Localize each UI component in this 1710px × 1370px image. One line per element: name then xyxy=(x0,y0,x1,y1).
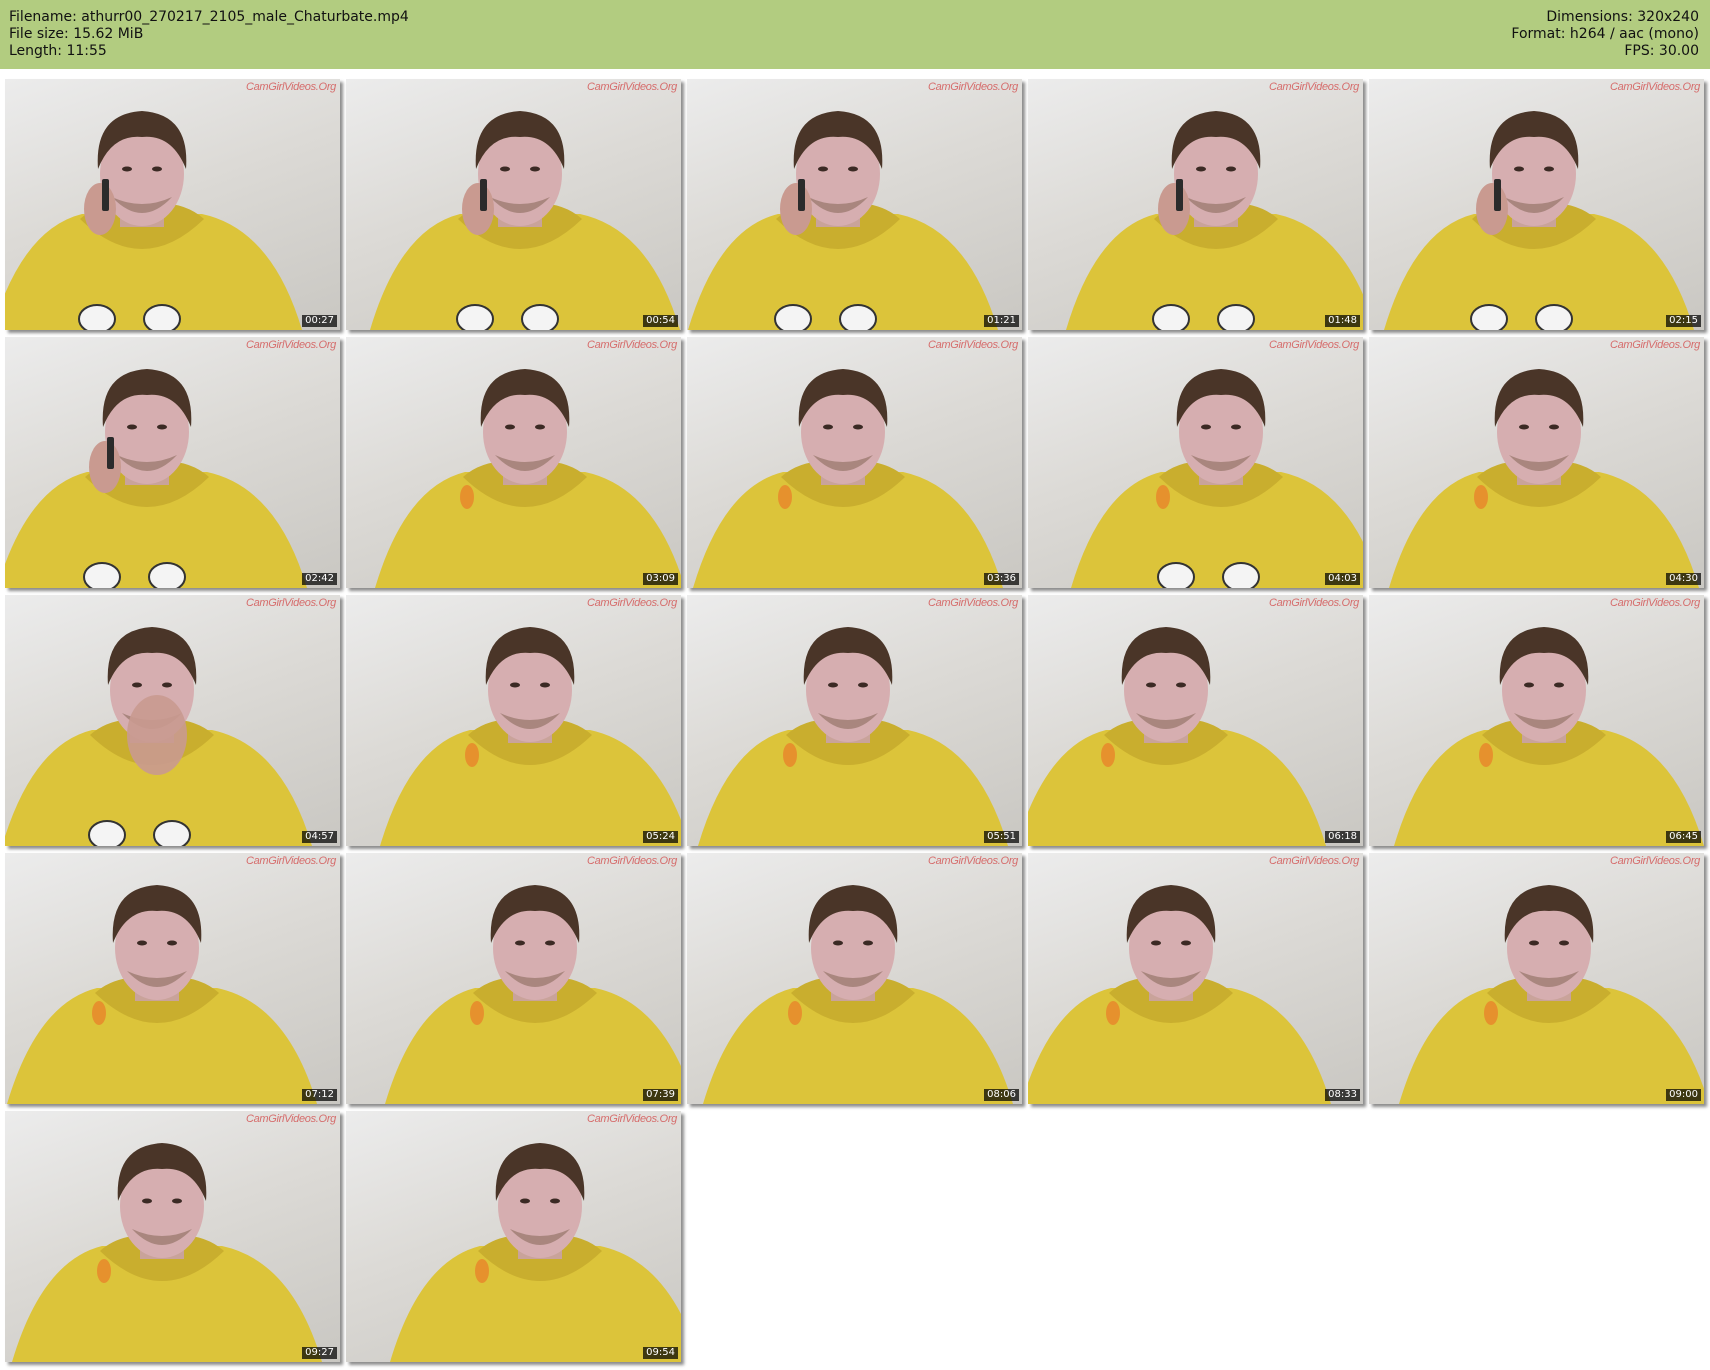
video-thumbnail: CamGirlVideos.Org 02:42 xyxy=(5,337,340,588)
timestamp-label: 08:33 xyxy=(1325,1089,1360,1101)
thumbnail-frame xyxy=(688,111,998,330)
thumbnail-frame xyxy=(390,1143,681,1362)
watermark-text: CamGirlVideos.Org xyxy=(1609,339,1700,351)
watermark-text: CamGirlVideos.Org xyxy=(1609,597,1700,609)
thumbnail-frame xyxy=(703,885,1013,1104)
watermark-text: CamGirlVideos.Org xyxy=(245,597,336,609)
video-thumbnail: CamGirlVideos.Org 03:36 xyxy=(687,337,1022,588)
video-thumbnail: CamGirlVideos.Org 02:15 xyxy=(1369,79,1704,330)
video-thumbnail: CamGirlVideos.Org 04:03 xyxy=(1028,337,1363,588)
thumbnail-frame xyxy=(1384,111,1694,330)
thumbnail-frame xyxy=(1028,885,1331,1104)
thumbnail-frame xyxy=(693,369,1003,588)
watermark-text: CamGirlVideos.Org xyxy=(927,81,1018,93)
thumbnail-frame xyxy=(1394,627,1704,846)
thumbnail-frame xyxy=(1071,369,1363,588)
watermark-text: CamGirlVideos.Org xyxy=(245,855,336,867)
timestamp-label: 07:12 xyxy=(302,1089,337,1101)
video-thumbnail: CamGirlVideos.Org 04:30 xyxy=(1369,337,1704,588)
timestamp-label: 05:24 xyxy=(643,831,678,843)
watermark-text: CamGirlVideos.Org xyxy=(1268,339,1359,351)
video-thumbnail: CamGirlVideos.Org 07:39 xyxy=(346,853,681,1104)
watermark-text: CamGirlVideos.Org xyxy=(927,597,1018,609)
timestamp-label: 08:06 xyxy=(984,1089,1019,1101)
thumbnail-frame xyxy=(5,111,302,330)
video-thumbnail: CamGirlVideos.Org 05:24 xyxy=(346,595,681,846)
video-thumbnail: CamGirlVideos.Org 09:54 xyxy=(346,1111,681,1362)
video-thumbnail: CamGirlVideos.Org 03:09 xyxy=(346,337,681,588)
timestamp-label: 06:45 xyxy=(1666,831,1701,843)
timestamp-label: 00:27 xyxy=(302,315,337,327)
timestamp-label: 03:36 xyxy=(984,573,1019,585)
watermark-text: CamGirlVideos.Org xyxy=(586,597,677,609)
timestamp-label: 01:48 xyxy=(1325,315,1360,327)
timestamp-label: 03:09 xyxy=(643,573,678,585)
watermark-text: CamGirlVideos.Org xyxy=(586,81,677,93)
thumbnail-grid: CamGirlVideos.Org 00:27 CamGirlVideos.Org 0… xyxy=(0,0,1710,1370)
timestamp-label: 07:39 xyxy=(643,1089,678,1101)
watermark-text: CamGirlVideos.Org xyxy=(245,81,336,93)
watermark-text: CamGirlVideos.Org xyxy=(245,339,336,351)
video-thumbnail: CamGirlVideos.Org 01:21 xyxy=(687,79,1022,330)
watermark-text: CamGirlVideos.Org xyxy=(586,339,677,351)
video-thumbnail: CamGirlVideos.Org 04:57 xyxy=(5,595,340,846)
watermark-text: CamGirlVideos.Org xyxy=(586,855,677,867)
timestamp-label: 04:30 xyxy=(1666,573,1701,585)
watermark-text: CamGirlVideos.Org xyxy=(245,1113,336,1125)
timestamp-label: 05:51 xyxy=(984,831,1019,843)
timestamp-label: 02:15 xyxy=(1666,315,1701,327)
thumbnail-frame xyxy=(385,885,681,1104)
thumbnail-frame xyxy=(12,1143,322,1362)
timestamp-label: 09:54 xyxy=(643,1347,678,1359)
watermark-text: CamGirlVideos.Org xyxy=(927,855,1018,867)
video-thumbnail: CamGirlVideos.Org 09:00 xyxy=(1369,853,1704,1104)
watermark-text: CamGirlVideos.Org xyxy=(1609,855,1700,867)
timestamp-label: 04:03 xyxy=(1325,573,1360,585)
thumbnail-frame xyxy=(5,627,312,846)
thumbnail-frame xyxy=(375,369,681,588)
timestamp-label: 09:00 xyxy=(1666,1089,1701,1101)
thumbnail-frame xyxy=(5,369,307,588)
watermark-text: CamGirlVideos.Org xyxy=(1268,855,1359,867)
thumbnail-frame xyxy=(1389,369,1699,588)
watermark-text: CamGirlVideos.Org xyxy=(927,339,1018,351)
thumbnail-frame xyxy=(1028,627,1326,846)
video-thumbnail: CamGirlVideos.Org 00:27 xyxy=(5,79,340,330)
video-thumbnail: CamGirlVideos.Org 07:12 xyxy=(5,853,340,1104)
watermark-text: CamGirlVideos.Org xyxy=(586,1113,677,1125)
video-thumbnail: CamGirlVideos.Org 01:48 xyxy=(1028,79,1363,330)
thumbnail-frame xyxy=(7,885,317,1104)
watermark-text: CamGirlVideos.Org xyxy=(1268,81,1359,93)
video-thumbnail: CamGirlVideos.Org 05:51 xyxy=(687,595,1022,846)
video-thumbnail: CamGirlVideos.Org 08:33 xyxy=(1028,853,1363,1104)
video-thumbnail: CamGirlVideos.Org 06:45 xyxy=(1369,595,1704,846)
video-thumbnail: CamGirlVideos.Org 00:54 xyxy=(346,79,681,330)
timestamp-label: 09:27 xyxy=(302,1347,337,1359)
thumbnail-frame xyxy=(1399,885,1704,1104)
thumbnail-frame xyxy=(370,111,680,330)
timestamp-label: 06:18 xyxy=(1325,831,1360,843)
video-thumbnail: CamGirlVideos.Org 08:06 xyxy=(687,853,1022,1104)
watermark-text: CamGirlVideos.Org xyxy=(1268,597,1359,609)
video-thumbnail: CamGirlVideos.Org 06:18 xyxy=(1028,595,1363,846)
video-thumbnail: CamGirlVideos.Org 09:27 xyxy=(5,1111,340,1362)
timestamp-label: 00:54 xyxy=(643,315,678,327)
timestamp-label: 04:57 xyxy=(302,831,337,843)
timestamp-label: 02:42 xyxy=(302,573,337,585)
thumbnail-frame xyxy=(380,627,681,846)
thumbnail-frame xyxy=(698,627,1008,846)
thumbnail-frame xyxy=(1066,111,1363,330)
watermark-text: CamGirlVideos.Org xyxy=(1609,81,1700,93)
timestamp-label: 01:21 xyxy=(984,315,1019,327)
